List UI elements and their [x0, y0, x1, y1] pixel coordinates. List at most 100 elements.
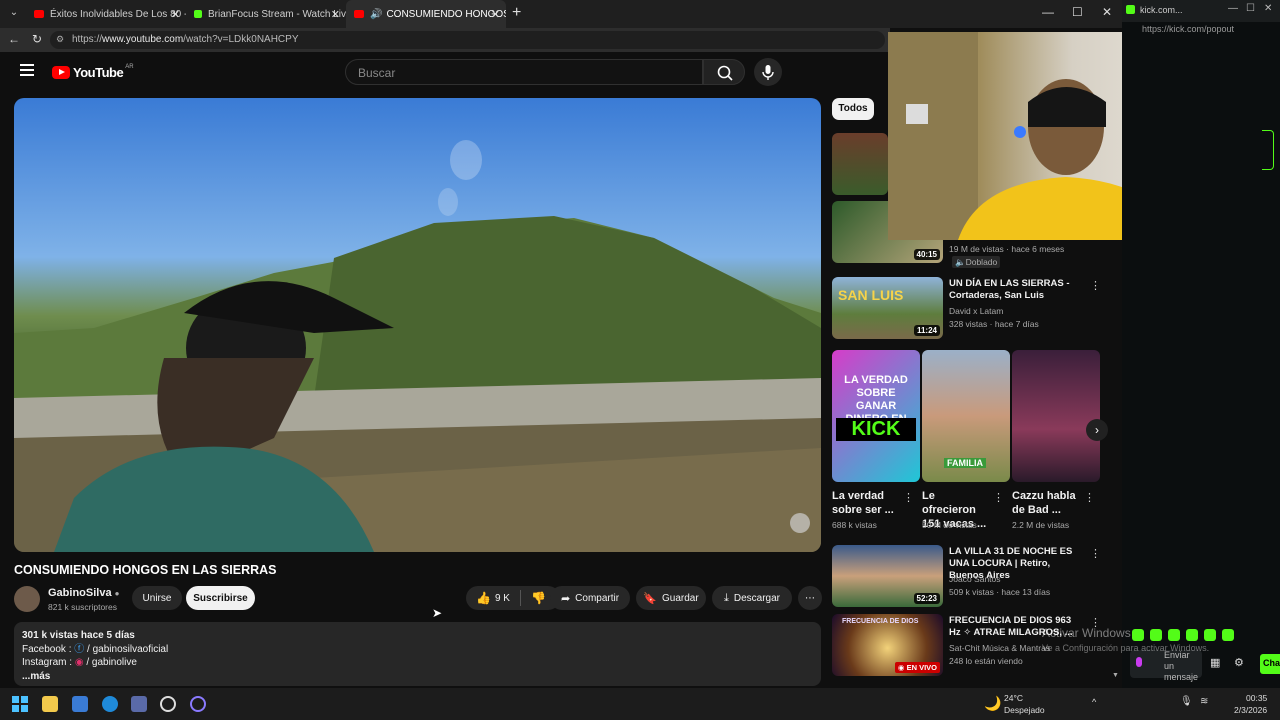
- scroll-down-icon[interactable]: ▼: [1112, 672, 1119, 679]
- microphone-icon[interactable]: 🎙: [1180, 696, 1193, 707]
- more-options-icon[interactable]: ⋮: [1090, 279, 1101, 292]
- chat-message-input[interactable]: Enviar un mensaje: [1130, 650, 1202, 682]
- tab-search-icon[interactable]: ⌄: [6, 7, 22, 21]
- related-thumbnail[interactable]: 52:23: [832, 545, 943, 607]
- channel-name[interactable]: GabinoSilva ●: [48, 587, 119, 599]
- app-icon[interactable]: [190, 696, 206, 712]
- emote-icon[interactable]: [1222, 629, 1234, 641]
- more-options-icon[interactable]: ⋮: [903, 491, 914, 504]
- dubbed-badge: 🔈Doblado: [952, 256, 1001, 268]
- new-tab-button[interactable]: +: [512, 4, 521, 22]
- file-explorer-icon[interactable]: [42, 696, 58, 712]
- instagram-link[interactable]: / gabinolive: [86, 657, 137, 668]
- minimize-icon[interactable]: —: [1042, 5, 1054, 19]
- kick-chat-window: kick.com... — ☐ ✕ https://kick.com/popou…: [1122, 0, 1280, 688]
- short-views: 50 M de vistas: [922, 520, 977, 530]
- dislike-icon[interactable]: 👎: [531, 591, 546, 605]
- tab-label: BrianFocus Stream - Watch Live on: [208, 8, 346, 20]
- more-options-icon[interactable]: ⋮: [993, 491, 1004, 504]
- channel-avatar[interactable]: [14, 586, 40, 612]
- emote-icon[interactable]: [1168, 629, 1180, 641]
- emote-row: [1132, 628, 1272, 644]
- youtube-header: YouTube AR Buscar: [0, 52, 890, 94]
- like-count[interactable]: 9 K: [495, 593, 510, 604]
- subscribe-label: Suscribirse: [193, 592, 248, 604]
- url-path: /watch?v=LDkk0NAHCPY: [183, 34, 299, 45]
- emote-icon[interactable]: [1186, 629, 1198, 641]
- tab-exitos[interactable]: Éxitos Inolvidables De Los 80 - Los ✕: [26, 2, 186, 26]
- tab-close-icon[interactable]: ✕: [331, 8, 340, 21]
- short-thumbnail[interactable]: [1012, 350, 1100, 482]
- tray-chevron-icon[interactable]: ^: [1092, 697, 1096, 707]
- chip-all[interactable]: Todos: [832, 98, 874, 120]
- more-actions-icon[interactable]: ⋯: [798, 586, 822, 610]
- save-button[interactable]: 🔖 Guardar: [636, 586, 706, 610]
- facebook-link[interactable]: / gabinosilvaoficial: [87, 644, 168, 655]
- related-thumbnail[interactable]: SAN LUIS 11:24: [832, 277, 943, 339]
- subscribe-button[interactable]: Suscribirse: [186, 586, 255, 610]
- windows-start-icon[interactable]: [12, 696, 28, 712]
- kick-url[interactable]: https://kick.com/popout: [1142, 24, 1234, 34]
- related-title[interactable]: UN DÍA EN LAS SIERRAS - Cortaderas, San …: [949, 278, 1084, 302]
- download-button[interactable]: ⤓ Descargar: [712, 586, 792, 610]
- search-input[interactable]: Buscar: [345, 59, 703, 85]
- settings-icon[interactable]: ⚙: [1234, 656, 1244, 669]
- short-thumbnail[interactable]: FAMILIA: [922, 350, 1010, 482]
- youtube-favicon-icon: [354, 10, 364, 18]
- youtube-wordmark: YouTube: [73, 65, 124, 80]
- like-icon[interactable]: 👍: [476, 591, 491, 605]
- more-options-icon[interactable]: ⋮: [1090, 547, 1101, 560]
- related-channel[interactable]: David x Latam: [949, 305, 1003, 317]
- video-frame: [14, 140, 821, 552]
- close-window-icon[interactable]: ✕: [1264, 3, 1272, 14]
- next-arrow-icon[interactable]: ›: [1086, 419, 1108, 441]
- close-window-icon[interactable]: ✕: [1102, 5, 1112, 19]
- clock-time[interactable]: 00:35: [1246, 693, 1267, 703]
- tab-label: Éxitos Inolvidables De Los 80 - Los: [50, 8, 186, 20]
- short-title[interactable]: La verdad sobre ser ...: [832, 489, 900, 517]
- menu-icon[interactable]: [20, 64, 34, 76]
- emote-icon[interactable]: [1150, 629, 1162, 641]
- clock-date[interactable]: 2/3/2026: [1234, 705, 1267, 715]
- emote-icon[interactable]: [1204, 629, 1216, 641]
- back-icon[interactable]: ←: [8, 32, 20, 46]
- save-label: Guardar: [662, 592, 699, 604]
- tab-close-icon[interactable]: ✕: [171, 8, 180, 21]
- more-options-icon[interactable]: ⋮: [1084, 491, 1095, 504]
- wifi-icon[interactable]: ≋: [1200, 696, 1208, 707]
- edge-icon[interactable]: [102, 696, 118, 712]
- channel-action-row: GabinoSilva ● 821 k suscriptores Unirse …: [14, 586, 822, 612]
- description-box[interactable]: 301 k vistas hace 5 días Facebook : ⓕ / …: [14, 622, 821, 686]
- related-thumbnail[interactable]: FRECUENCIA DE DIOS ◉ EN VIVO: [832, 614, 943, 676]
- join-button[interactable]: Unirse: [132, 586, 182, 610]
- obs-icon[interactable]: [160, 696, 176, 712]
- short-thumbnail[interactable]: LA VERDAD SOBRE GANAR DINERO EN KICK: [832, 350, 920, 482]
- related-thumbnail[interactable]: [832, 133, 888, 195]
- tab-consumiendo[interactable]: 🔊 CONSUMIENDO HONGOS EN ✕: [346, 0, 506, 28]
- tab-close-icon[interactable]: ✕: [491, 8, 500, 21]
- chat-send-button[interactable]: Cha: [1260, 654, 1280, 674]
- voice-search-button[interactable]: [754, 58, 782, 86]
- youtube-logo[interactable]: YouTube AR: [52, 64, 134, 80]
- maximize-icon[interactable]: ☐: [1072, 5, 1083, 19]
- speaker-icon[interactable]: 🔊: [370, 9, 382, 20]
- site-info-icon[interactable]: ⚙: [56, 34, 64, 45]
- video-duration: 11:24: [913, 325, 940, 336]
- video-player[interactable]: [14, 98, 821, 552]
- kick-favicon-icon: [1126, 5, 1135, 14]
- store-icon[interactable]: ▦: [1210, 656, 1220, 669]
- store-icon[interactable]: [72, 696, 88, 712]
- search-button[interactable]: [703, 59, 745, 85]
- app-icon[interactable]: [131, 696, 147, 712]
- reload-icon[interactable]: ↻: [32, 32, 42, 46]
- minimize-icon[interactable]: —: [1228, 3, 1238, 14]
- related-channel[interactable]: Joaco Santos: [949, 573, 1001, 585]
- short-title[interactable]: Cazzu habla de Bad ...: [1012, 489, 1082, 517]
- related-channel[interactable]: Sat-Chit Música & Mantras: [949, 642, 1050, 654]
- tab-brianfocus[interactable]: BrianFocus Stream - Watch Live on ✕: [186, 2, 346, 26]
- show-more-link[interactable]: ...más: [22, 670, 813, 684]
- share-button[interactable]: ➦ Compartir: [550, 586, 630, 610]
- emote-icon[interactable]: [1132, 629, 1144, 641]
- url-field[interactable]: ⚙ https://www.youtube.com/watch?v=LDkk0N…: [50, 31, 885, 49]
- maximize-icon[interactable]: ☐: [1246, 3, 1255, 14]
